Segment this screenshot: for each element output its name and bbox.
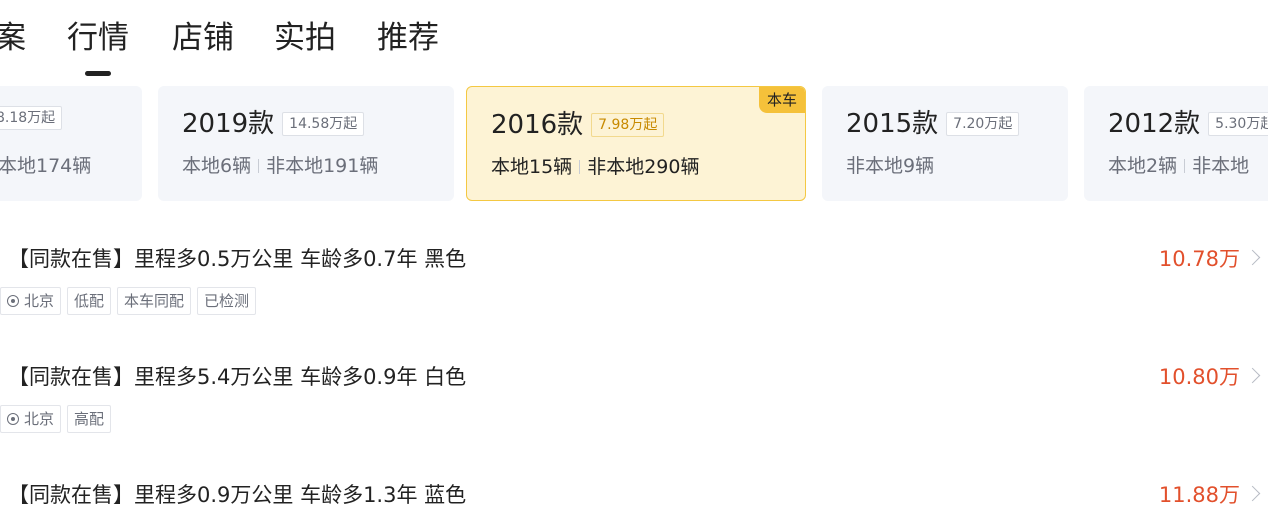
nonlocal-count: 非本地: [1192, 155, 1250, 177]
model-year-card[interactable]: 2015款 7.20万起 非本地9辆: [822, 86, 1068, 201]
model-year-cards: 8.18万起 本地174辆 2019款 14.58万起 本地6辆 非本地191辆 …: [0, 86, 1268, 204]
model-year-card[interactable]: 2019款 14.58万起 本地6辆 非本地191辆: [158, 86, 454, 201]
tab-photos[interactable]: 实拍: [274, 16, 336, 60]
listing-price: 10.80万: [1158, 365, 1240, 389]
model-year: 2012款: [1108, 109, 1201, 139]
chevron-right-icon: [1244, 367, 1261, 384]
tag: 本车同配: [117, 287, 192, 315]
chevron-right-icon: [1244, 485, 1261, 502]
tag-location: 北京: [0, 405, 62, 433]
local-count: 本地2辆: [1108, 155, 1178, 177]
listing-tags: 北京 高配: [0, 405, 112, 433]
tab-archive[interactable]: 案: [0, 16, 26, 60]
tag-location: 北京: [0, 287, 62, 315]
divider: [258, 158, 260, 173]
listing-title: 【同款在售】里程多5.4万公里 车龄多0.9年 白色: [8, 365, 467, 389]
listing-title: 【同款在售】里程多0.9万公里 车龄多1.3年 蓝色: [8, 483, 467, 507]
tag: 低配: [67, 287, 112, 315]
tab-market[interactable]: 行情: [67, 16, 129, 76]
model-year-card-selected[interactable]: 本车 2016款 7.98万起 本地15辆 非本地290辆: [466, 86, 806, 201]
listing-price: 10.78万: [1158, 247, 1240, 271]
model-year: 2015款: [846, 109, 939, 139]
nonlocal-count: 非本地9辆: [846, 155, 935, 177]
start-price-tag: 14.58万起: [282, 112, 365, 136]
start-price-tag: 8.18万起: [0, 106, 63, 130]
listing-row[interactable]: 【同款在售】里程多0.5万公里 车龄多0.7年 黑色 10.78万 北京 低配 …: [0, 243, 1268, 323]
divider: [579, 159, 581, 174]
local-count: 本地15辆: [491, 156, 573, 178]
tag-location-label: 北京: [24, 410, 55, 428]
location-pin-icon: [7, 295, 19, 307]
start-price-tag: 5.30万起: [1208, 112, 1268, 136]
tag-location-label: 北京: [24, 292, 55, 310]
current-car-badge: 本车: [758, 87, 805, 113]
listing-row[interactable]: 【同款在售】里程多0.9万公里 车龄多1.3年 蓝色 11.88万: [0, 479, 1268, 511]
model-year: 2016款: [491, 110, 584, 140]
listing-title: 【同款在售】里程多0.5万公里 车龄多0.7年 黑色: [8, 247, 467, 271]
chevron-right-icon: [1244, 249, 1261, 266]
listing-row[interactable]: 【同款在售】里程多5.4万公里 车龄多0.9年 白色 10.80万 北京 高配: [0, 361, 1268, 441]
nonlocal-count: 非本地290辆: [587, 156, 700, 178]
local-count: 本地6辆: [182, 155, 252, 177]
model-year-card[interactable]: 2012款 5.30万起 本地2辆 非本地: [1084, 86, 1268, 201]
model-year: 2019款: [182, 109, 275, 139]
model-year-card[interactable]: 8.18万起 本地174辆: [0, 86, 142, 201]
local-count: 本地174辆: [0, 155, 92, 177]
start-price-tag: 7.20万起: [946, 112, 1020, 136]
tag: 已检测: [197, 287, 257, 315]
section-tabs: 案 行情 店铺 实拍 推荐: [0, 0, 1268, 76]
tag: 高配: [67, 405, 112, 433]
tab-stores[interactable]: 店铺: [172, 16, 234, 60]
divider: [1184, 158, 1186, 173]
listing-price: 11.88万: [1158, 483, 1240, 507]
start-price-tag: 7.98万起: [591, 113, 665, 137]
tab-recommend[interactable]: 推荐: [377, 16, 439, 60]
listing-tags: 北京 低配 本车同配 已检测: [0, 287, 257, 315]
location-pin-icon: [7, 413, 19, 425]
nonlocal-count: 非本地191辆: [266, 155, 379, 177]
